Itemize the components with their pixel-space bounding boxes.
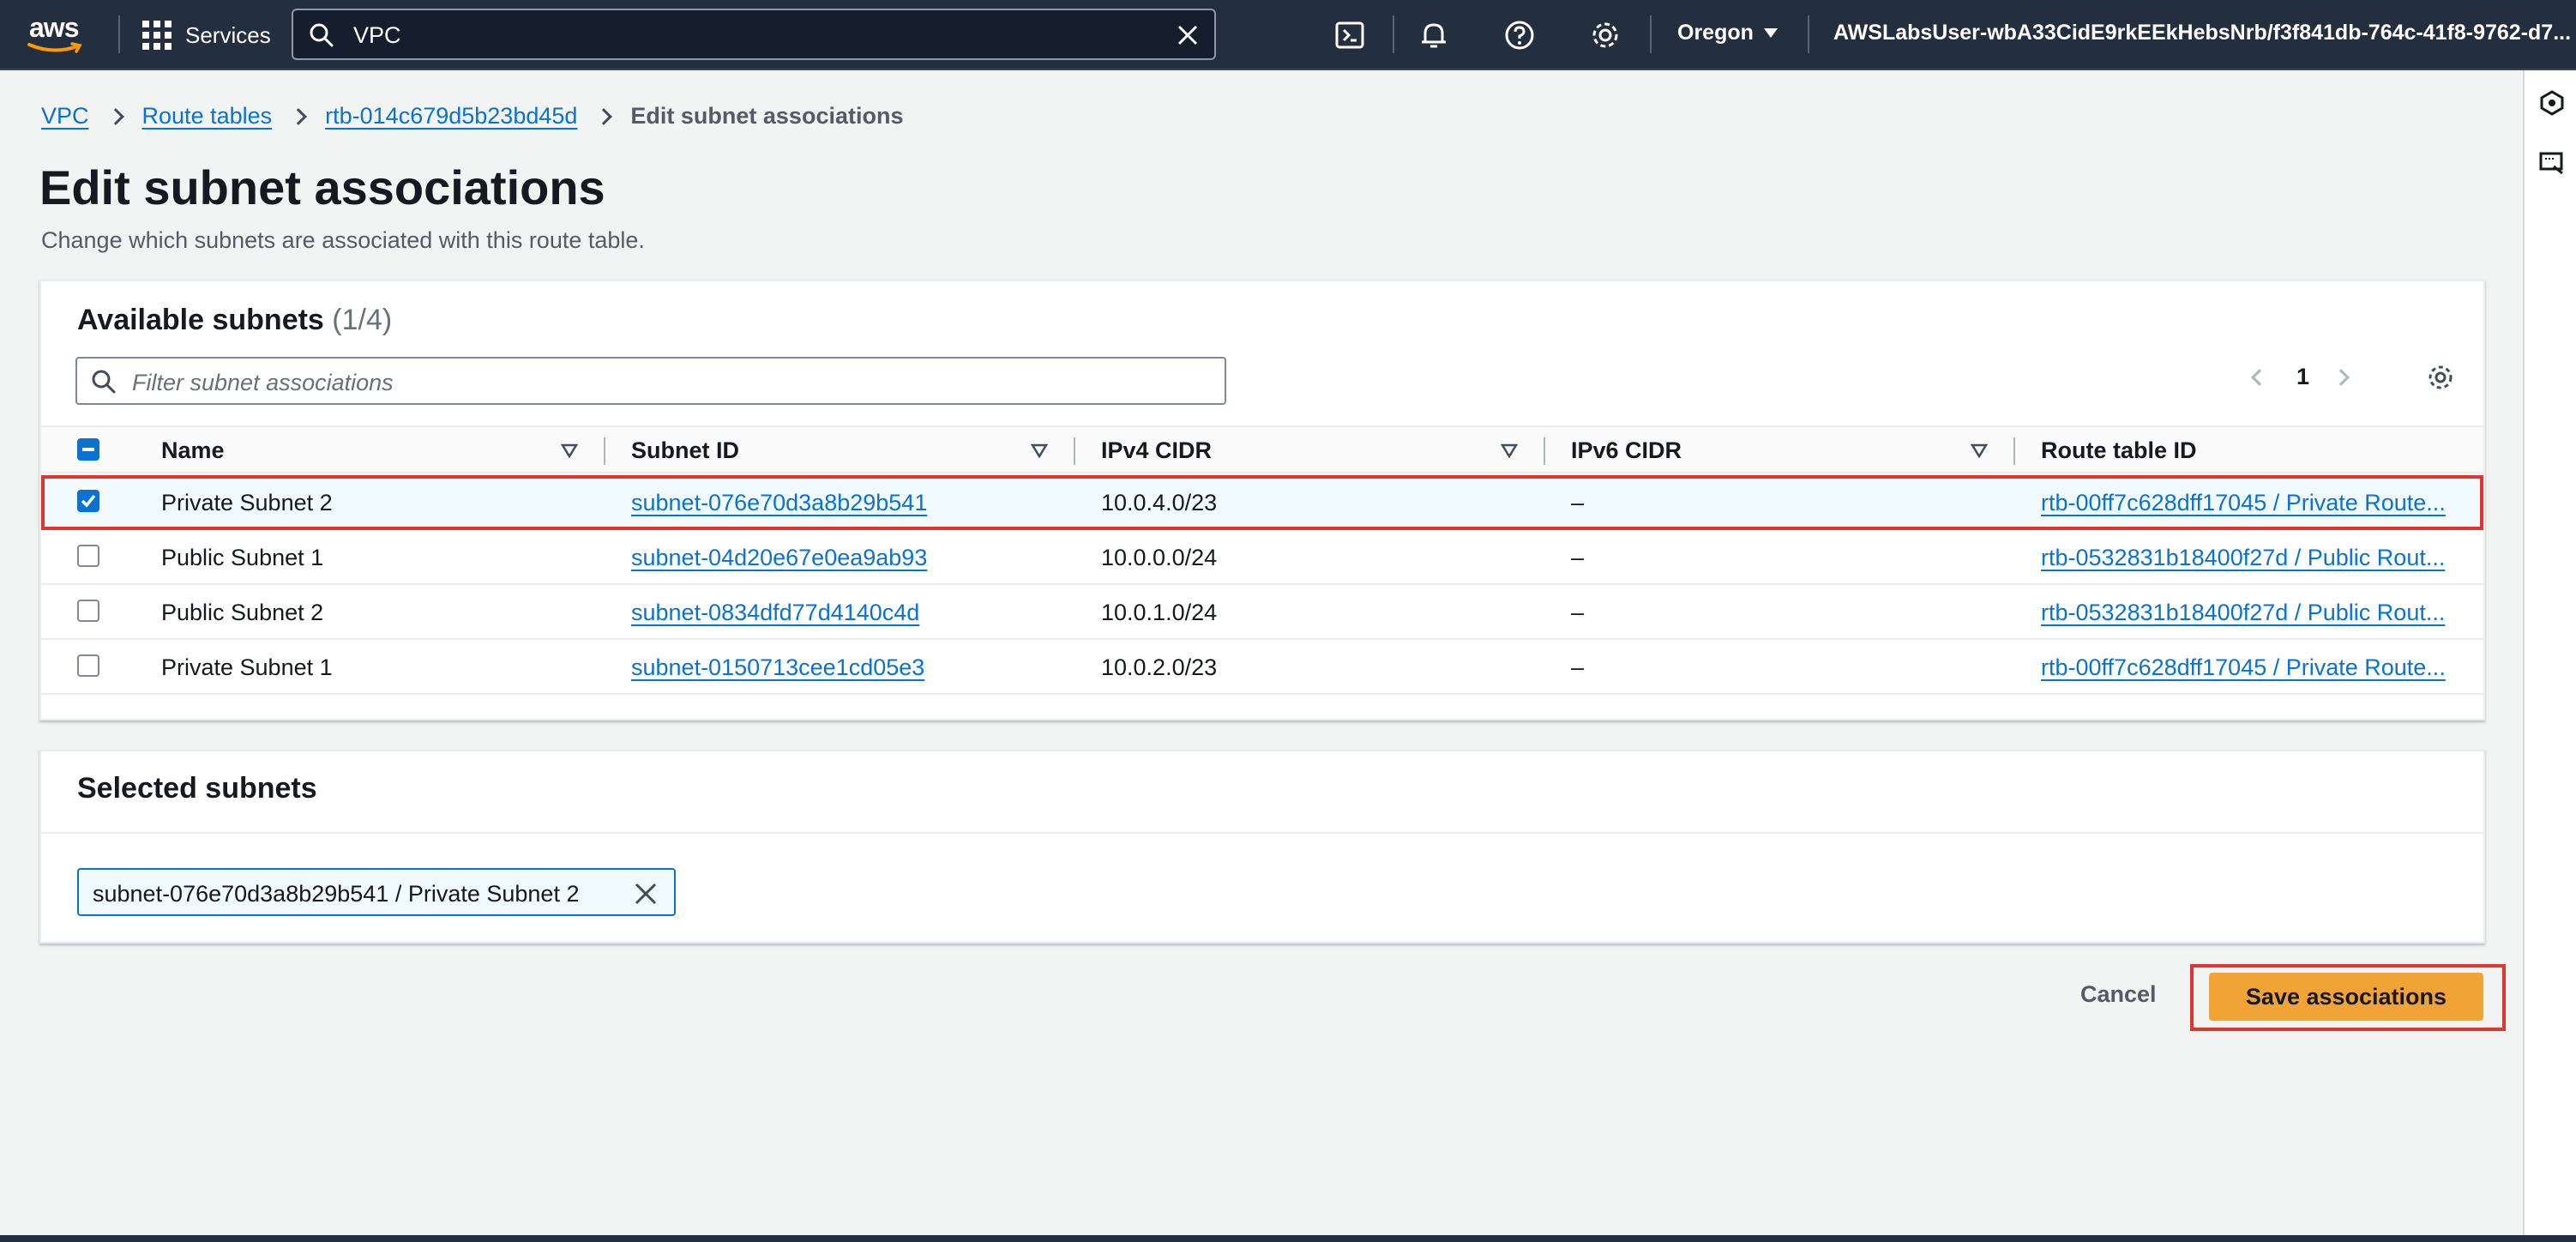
sort-caret-icon[interactable] [1971,443,1988,459]
row-checkbox[interactable] [77,654,99,677]
route-table-link[interactable]: rtb-00ff7c628dff17045 / Private Route... [2041,654,2446,681]
nav-divider [1393,15,1394,53]
column-header-name[interactable]: Name [161,427,225,473]
row-checkbox[interactable] [77,490,99,512]
breadcrumb-route-table-link[interactable]: rtb-014c679d5b23bd45d [325,103,577,130]
chevron-right-icon [290,107,308,125]
available-subnets-heading: Available subnets (1/4) [77,304,393,336]
table-row[interactable]: Private Subnet 1 subnet-0150713cee1cd05e… [41,640,2483,695]
settings-gear-icon[interactable] [1588,18,1622,52]
table-row[interactable]: Public Subnet 1 subnet-04d20e67e0ea9ab93… [41,530,2483,585]
selected-subnet-label: subnet-076e70d3a8b29b541 / Private Subne… [93,881,580,907]
column-header-ipv4-cidr[interactable]: IPv4 CIDR [1101,427,1212,473]
ipv6-cidr: – [1571,600,1585,625]
column-separator[interactable] [1074,437,1075,465]
account-menu[interactable]: AWSLabsUser-wbA33CidE9rkEEkHebsNrb/f3f84… [1833,21,2571,45]
services-label: Services [185,21,271,48]
subnet-name: Private Subnet 2 [161,490,333,515]
selected-subnets-panel: Selected subnets subnet-076e70d3a8b29b54… [39,750,2485,944]
subnet-name: Public Subnet 2 [161,600,324,625]
route-table-link[interactable]: rtb-0532831b18400f27d / Public Rout... [2041,600,2445,626]
previous-page-icon[interactable] [2251,368,2268,386]
subnet-name: Public Subnet 1 [161,545,324,570]
panel-divider [41,832,2483,834]
nav-divider [1650,15,1652,53]
subnet-id-link[interactable]: subnet-0150713cee1cd05e3 [631,654,924,681]
table-preferences-gear-icon[interactable] [2425,362,2456,393]
ipv4-cidr: 10.0.4.0/23 [1101,490,1218,515]
region-selector[interactable]: Oregon [1677,21,1778,45]
sort-caret-icon[interactable] [1031,443,1048,459]
clear-search-icon[interactable] [1175,22,1201,48]
chevron-right-icon [106,107,124,125]
row-checkbox[interactable] [77,545,99,567]
selected-subnet-token: subnet-076e70d3a8b29b541 / Private Subne… [77,868,676,916]
ipv6-cidr: – [1571,490,1585,515]
caret-down-icon [1763,28,1778,38]
global-search-input[interactable]: VPC [292,9,1216,60]
page-title: Edit subnet associations [39,160,605,214]
ipv4-cidr: 10.0.2.0/23 [1101,654,1218,680]
feedback-icon[interactable] [2538,149,2566,177]
column-separator[interactable] [1544,437,1545,465]
aws-logo[interactable]: aws [27,12,89,58]
page-number[interactable]: 1 [2296,364,2309,390]
save-associations-button[interactable]: Save associations [2209,973,2483,1021]
sort-caret-icon[interactable] [561,443,578,459]
selection-count: (1/4) [332,304,393,336]
right-side-rail [2523,70,2576,1237]
chevron-right-icon [595,107,613,125]
route-table-link[interactable]: rtb-00ff7c628dff17045 / Private Route... [2041,490,2446,516]
pagination: 1 [2251,364,2350,390]
top-navigation: aws Services VPC Oregon AWSLabsUser-wbA3… [0,0,2576,70]
column-header-route-table-id[interactable]: Route table ID [2041,427,2197,473]
subnet-id-link[interactable]: subnet-04d20e67e0ea9ab93 [631,545,927,571]
column-separator[interactable] [604,437,605,465]
ipv4-cidr: 10.0.0.0/24 [1101,545,1218,570]
region-label: Oregon [1677,21,1754,45]
row-checkbox[interactable] [77,600,99,622]
select-all-checkbox[interactable] [77,438,99,461]
subnet-name: Private Subnet 1 [161,654,333,680]
notifications-bell-icon[interactable] [1417,18,1451,52]
search-icon [310,23,334,47]
info-panel-icon[interactable] [2538,89,2566,117]
breadcrumb: VPC Route tables rtb-014c679d5b23bd45d E… [41,103,903,130]
available-subnets-panel: Available subnets (1/4) Filter subnet as… [39,280,2485,720]
nav-divider [1808,15,1809,53]
subnet-id-link[interactable]: subnet-0834dfd77d4140c4d [631,600,919,626]
checkmark-icon [81,494,96,508]
filter-subnet-input[interactable]: Filter subnet associations [75,357,1226,405]
remove-token-icon[interactable] [633,881,659,907]
next-page-icon[interactable] [2332,368,2350,386]
selected-subnets-heading: Selected subnets [77,772,317,805]
page-description: Change which subnets are associated with… [41,227,645,253]
sort-caret-icon[interactable] [1501,443,1518,459]
cancel-button[interactable]: Cancel [2080,981,2157,1008]
aws-smile-icon [27,42,82,53]
ipv6-cidr: – [1571,654,1585,680]
search-icon [92,370,116,394]
services-menu-button[interactable]: Services [142,19,271,51]
column-separator[interactable] [2013,437,2015,465]
help-icon[interactable] [1502,18,1537,52]
subnet-id-link[interactable]: subnet-076e70d3a8b29b541 [631,490,927,516]
filter-placeholder: Filter subnet associations [132,370,394,395]
route-table-link[interactable]: rtb-0532831b18400f27d / Public Rout... [2041,545,2445,571]
nav-divider [118,15,120,53]
ipv6-cidr: – [1571,545,1585,570]
table-header: Name Subnet ID IPv4 CIDR IPv6 CIDR Route… [41,425,2483,473]
breadcrumb-vpc-link[interactable]: VPC [41,103,89,130]
apps-grid-icon [142,21,172,50]
table-row[interactable]: Public Subnet 2 subnet-0834dfd77d4140c4d… [41,585,2483,640]
ipv4-cidr: 10.0.1.0/24 [1101,600,1218,625]
column-header-subnet-id[interactable]: Subnet ID [631,427,739,473]
cloudshell-icon[interactable] [1333,18,1367,52]
column-header-ipv6-cidr[interactable]: IPv6 CIDR [1571,427,1682,473]
breadcrumb-route-tables-link[interactable]: Route tables [142,103,273,130]
breadcrumb-current: Edit subnet associations [630,103,904,129]
table-row[interactable]: Private Subnet 2 subnet-076e70d3a8b29b54… [41,475,2483,530]
footer-bar [0,1235,2576,1242]
search-value: VPC [353,22,401,48]
